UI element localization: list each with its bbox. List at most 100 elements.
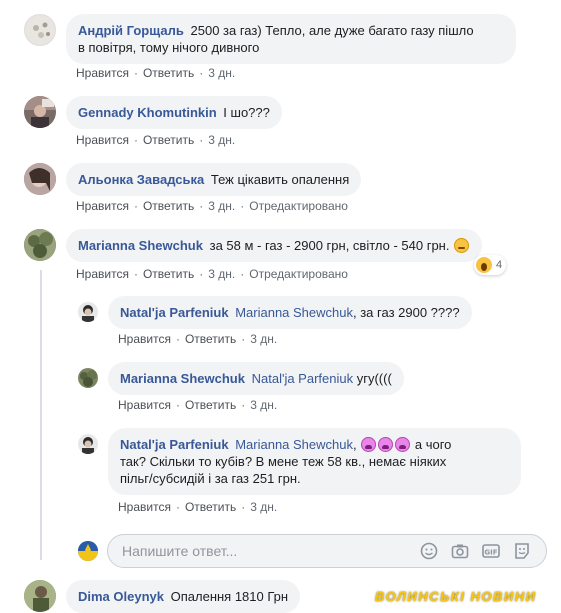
avatar[interactable] (24, 163, 56, 195)
like-link[interactable]: Нравится (76, 199, 129, 213)
reply-1: Natal'ja Parfeniuk Marianna Shewchuk, за… (78, 296, 472, 329)
anguished-emoji-icon (361, 437, 377, 452)
comment-bubble: Dima Oleynyk Опалення 1810 Грн (66, 580, 301, 613)
person-avatar-icon (82, 437, 94, 454)
edited-label[interactable]: Отредактировано (249, 267, 348, 281)
comment-text: Опалення 1810 Грн (170, 589, 289, 604)
flower-avatar-icon (33, 22, 50, 38)
comment-text-cont: в повітря, тому нічого дивного (78, 40, 260, 55)
reply-bubble: Natal'ja Parfeniuk Marianna Shewchuk, а … (108, 428, 521, 495)
reply-text-cont: пільг/субсидій і за газ 251 грн. (120, 471, 301, 486)
mentioned-user[interactable]: Marianna Shewchuk (235, 437, 353, 452)
reply-author[interactable]: Marianna Shewchuk (120, 371, 245, 386)
reaction-count: 4 (496, 259, 503, 271)
like-link[interactable]: Нравится (118, 500, 171, 514)
reply-bubble: Marianna Shewchuk Natal'ja Parfeniuk угу… (108, 362, 404, 395)
pensive-emoji-icon (454, 238, 470, 253)
mentioned-user[interactable]: Marianna Shewchuk (235, 305, 353, 320)
like-link[interactable]: Нравится (76, 133, 129, 147)
reply-bubble: Natal'ja Parfeniuk Marianna Shewchuk, за… (108, 296, 472, 329)
person-avatar-icon (24, 96, 56, 128)
reply-composer[interactable]: GIF (107, 534, 547, 568)
reply-text: , за газ 2900 ???? (353, 305, 460, 320)
avatar[interactable] (78, 368, 98, 388)
reply-author[interactable]: Natal'ja Parfeniuk (120, 437, 229, 452)
gif-icon[interactable]: GIF (482, 542, 500, 560)
reply-link[interactable]: Ответить (143, 267, 194, 281)
comment-text: Теж цікавить опалення (210, 172, 350, 187)
anguished-emoji-icon (395, 437, 411, 452)
reply-link[interactable]: Ответить (143, 133, 194, 147)
like-link[interactable]: Нравится (118, 332, 171, 346)
avatar[interactable] (24, 229, 56, 261)
reply-text: угу(((( (356, 371, 392, 386)
reply-link[interactable]: Ответить (143, 66, 194, 80)
comment-actions: Нравится · Ответить · 3 дн. · Отредактировано (76, 199, 348, 213)
like-link[interactable]: Нравится (118, 398, 171, 412)
reply-link[interactable]: Ответить (185, 332, 236, 346)
edited-label[interactable]: Отредактировано (249, 199, 348, 213)
like-link[interactable]: Нравится (76, 66, 129, 80)
mentioned-user[interactable]: Natal'ja Parfeniuk (252, 371, 353, 386)
reply-time[interactable]: 3 дн. (250, 500, 277, 514)
reply-input[interactable] (120, 542, 404, 560)
flag-avatar-icon (78, 541, 98, 561)
emoji-icon[interactable] (420, 542, 438, 560)
comment-3: Альонка Завадська Теж цікавить опалення (24, 163, 362, 196)
comment-bubble: Marianna Shewchuk за 58 м - газ - 2900 г… (66, 229, 483, 262)
reply-text: а чого (414, 437, 452, 452)
comment-time[interactable]: 3 дн. (208, 66, 235, 80)
avatar[interactable] (24, 96, 56, 128)
comment-time[interactable]: 3 дн. (208, 133, 235, 147)
reply-link[interactable]: Ответить (185, 398, 236, 412)
comment-actions: Нравится · Ответить · 3 дн. (76, 66, 236, 80)
tree-avatar-icon (80, 370, 97, 387)
comment-text: 2500 за газ) Тепло, але дуже багато газу… (190, 23, 474, 38)
reply-author[interactable]: Natal'ja Parfeniuk (120, 305, 229, 320)
reply-3: Natal'ja Parfeniuk Marianna Shewchuk, а … (78, 428, 521, 495)
comment-author[interactable]: Андрій Горщаль (78, 23, 184, 38)
comment-bubble: Альонка Завадська Теж цікавить опалення (66, 163, 362, 196)
wow-reaction-icon (476, 257, 492, 273)
anguished-emoji-icon (378, 437, 394, 452)
comment-actions: Нравится · Ответить · 3 дн. (76, 133, 236, 147)
comment-text: І шо??? (223, 105, 270, 120)
comment-time[interactable]: 3 дн. (208, 267, 235, 281)
like-link[interactable]: Нравится (76, 267, 129, 281)
current-user-avatar (78, 541, 98, 561)
avatar[interactable] (24, 580, 56, 612)
avatar[interactable] (24, 14, 56, 46)
reaction-summary[interactable]: 4 (474, 255, 507, 275)
comment-author[interactable]: Marianna Shewchuk (78, 238, 203, 253)
comment-5: Dima Oleynyk Опалення 1810 Грн (24, 580, 301, 613)
watermark: ВОЛИНСЬКІ НОВИНИ (375, 589, 537, 604)
reply-actions: Нравится · Ответить · 3 дн. (118, 500, 278, 514)
comment-2: Gennady Khomutinkin І шо??? (24, 96, 282, 129)
reply-2: Marianna Shewchuk Natal'ja Parfeniuk угу… (78, 362, 404, 395)
avatar[interactable] (78, 302, 98, 322)
comment-1: Андрій Горщаль 2500 за газ) Тепло, але д… (24, 14, 516, 64)
reply-actions: Нравится · Ответить · 3 дн. (118, 332, 278, 346)
reply-link[interactable]: Ответить (185, 500, 236, 514)
person-avatar-icon (24, 580, 56, 612)
comment-actions: Нравится · Ответить · 3 дн. · Отредактировано (76, 267, 348, 281)
tree-avatar-icon (24, 229, 56, 261)
reply-text-cont: так? Скільки то кубів? В мене теж 58 кв.… (120, 454, 447, 469)
comment-author[interactable]: Альонка Завадська (78, 172, 204, 187)
comment-bubble: Gennady Khomutinkin І шо??? (66, 96, 282, 129)
sticker-icon[interactable] (513, 542, 531, 560)
avatar[interactable] (78, 434, 98, 454)
reply-time[interactable]: 3 дн. (250, 332, 277, 346)
reply-text: , (353, 437, 357, 452)
camera-icon[interactable] (451, 542, 469, 560)
comment-text: за 58 м - газ - 2900 грн, світло - 540 г… (209, 238, 450, 253)
comment-bubble: Андрій Горщаль 2500 за газ) Тепло, але д… (66, 14, 516, 64)
reply-thread-line (40, 270, 42, 560)
reply-time[interactable]: 3 дн. (250, 398, 277, 412)
person-avatar-icon (24, 163, 56, 195)
comment-author[interactable]: Gennady Khomutinkin (78, 105, 217, 120)
reply-link[interactable]: Ответить (143, 199, 194, 213)
comment-time[interactable]: 3 дн. (208, 199, 235, 213)
comment-author[interactable]: Dima Oleynyk (78, 589, 164, 604)
svg-text:GIF: GIF (484, 549, 497, 557)
